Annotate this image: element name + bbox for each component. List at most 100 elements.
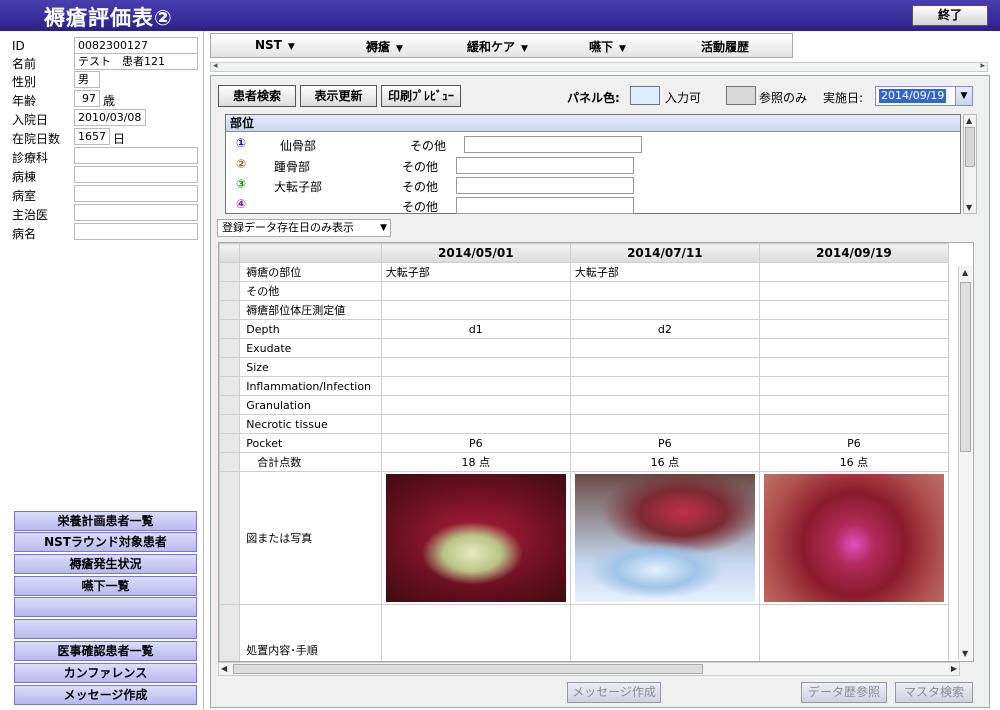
row-header[interactable]	[219, 300, 241, 320]
left-nav-button[interactable]: 医事確認患者一覧	[14, 641, 197, 661]
site-row[interactable]: ③ 大転子部 その他	[226, 176, 960, 196]
grid-cell[interactable]	[380, 376, 571, 396]
left-nav-button[interactable]	[14, 619, 197, 639]
grid-cell[interactable]: d1	[380, 319, 571, 339]
site-other-input[interactable]	[456, 197, 634, 214]
scroll-left-icon[interactable]: ◂	[213, 61, 218, 71]
grid-cell[interactable]: 18 点	[380, 452, 571, 472]
site-row[interactable]: ① 仙骨部 その他	[226, 135, 960, 155]
grid-cell[interactable]: P6	[758, 433, 950, 453]
site-other-input[interactable]	[456, 157, 634, 174]
scroll-down-icon[interactable]: ▼	[966, 203, 972, 212]
grid-cell[interactable]	[758, 357, 950, 377]
wound-photo[interactable]	[385, 474, 566, 602]
site-list-scrollbar[interactable]: ▲ ▼	[963, 114, 977, 214]
scroll-thumb[interactable]	[965, 127, 975, 167]
grid-cell[interactable]	[758, 395, 950, 415]
menu-activity-history[interactable]: 活動履歴	[701, 38, 749, 55]
wound-photo[interactable]	[574, 474, 755, 602]
site-other-input[interactable]	[464, 136, 642, 153]
message-create-button[interactable]: メッセージ作成	[567, 682, 661, 703]
left-nav-button[interactable]: 褥瘡発生状況	[14, 554, 197, 574]
display-filter-select[interactable]: 登録データ存在日のみ表示 ▼	[217, 219, 391, 237]
photo-cell[interactable]	[758, 471, 950, 605]
grid-cell[interactable]	[758, 281, 950, 301]
site-row[interactable]: ④ その他	[226, 196, 960, 216]
row-header[interactable]	[219, 395, 241, 415]
grid-cell[interactable]: 16 点	[569, 452, 760, 472]
grid-cell[interactable]: P6	[569, 433, 760, 453]
grid-cell[interactable]	[380, 281, 571, 301]
row-header[interactable]	[219, 262, 241, 282]
grid-cell[interactable]	[569, 281, 760, 301]
grid-cell[interactable]	[758, 319, 950, 339]
scroll-left-icon[interactable]: ◀	[221, 664, 227, 673]
scroll-down-icon[interactable]: ▼	[962, 649, 968, 658]
patient-search-button[interactable]: 患者検索	[218, 85, 296, 107]
grid-cell[interactable]: d2	[569, 319, 760, 339]
left-nav-button[interactable]	[14, 597, 197, 617]
row-header[interactable]	[219, 376, 241, 396]
refresh-button[interactable]: 表示更新	[300, 85, 377, 107]
chevron-down-icon[interactable]: ▼	[955, 87, 972, 105]
left-nav-button[interactable]: NSTラウンド対象患者	[14, 532, 197, 552]
grid-cell[interactable]	[569, 604, 760, 661]
left-nav-button[interactable]: 栄養計画患者一覧	[14, 511, 197, 531]
grid-cell[interactable]	[380, 300, 571, 320]
grid-cell[interactable]: P6	[380, 433, 571, 453]
grid-cell[interactable]	[380, 604, 571, 661]
grid-vertical-scrollbar[interactable]: ▲ ▼	[958, 266, 972, 660]
date-picker[interactable]: 2014/09/19 ▼	[875, 86, 973, 106]
scroll-up-icon[interactable]: ▲	[966, 116, 972, 125]
exit-button[interactable]: 終了	[912, 5, 988, 26]
grid-cell[interactable]	[758, 376, 950, 396]
grid-cell[interactable]	[380, 357, 571, 377]
left-nav-button[interactable]: カンファレンス	[14, 663, 197, 683]
grid-cell[interactable]	[380, 414, 571, 434]
data-history-button[interactable]: データ歴参照	[801, 682, 887, 703]
photo-cell[interactable]	[380, 471, 571, 605]
row-header[interactable]	[219, 414, 241, 434]
menu-palliative-care[interactable]: 緩和ケア ▼	[467, 38, 528, 55]
row-header[interactable]	[219, 433, 241, 453]
grid-cell[interactable]	[569, 395, 760, 415]
grid-cell[interactable]	[569, 300, 760, 320]
menu-pressure-ulcer[interactable]: 褥瘡 ▼	[366, 38, 403, 55]
site-other-input[interactable]	[456, 177, 634, 194]
wound-photo[interactable]	[763, 474, 944, 602]
grid-cell[interactable]	[569, 376, 760, 396]
row-header[interactable]	[219, 604, 241, 661]
row-header[interactable]	[219, 319, 241, 339]
grid-cell[interactable]	[380, 395, 571, 415]
scroll-up-icon[interactable]: ▲	[962, 268, 968, 277]
scroll-right-icon[interactable]: ▸	[980, 61, 985, 71]
master-search-button[interactable]: マスタ検索	[895, 682, 973, 703]
print-preview-button[interactable]: 印刷ﾌﾟﾚﾋﾞｭｰ	[381, 85, 461, 107]
scroll-right-icon[interactable]: ▶	[951, 664, 957, 673]
row-header[interactable]	[219, 281, 241, 301]
scroll-thumb[interactable]	[960, 282, 971, 452]
top-horizontal-scrollbar[interactable]: ◂ ▸	[210, 61, 988, 72]
grid-horizontal-scrollbar[interactable]: ◀ ▶	[218, 662, 960, 676]
row-header[interactable]	[219, 338, 241, 358]
grid-cell[interactable]	[758, 300, 950, 320]
grid-cell[interactable]: 大転子部	[569, 262, 760, 282]
grid-cell[interactable]: 16 点	[758, 452, 950, 472]
grid-cell[interactable]	[758, 414, 950, 434]
menu-swallowing[interactable]: 嚥下 ▼	[589, 38, 626, 55]
site-row[interactable]: ② 踵骨部 その他	[226, 156, 960, 176]
grid-cell[interactable]	[758, 262, 950, 282]
scroll-thumb[interactable]	[233, 664, 703, 674]
row-header[interactable]	[219, 471, 241, 605]
grid-cell[interactable]	[569, 414, 760, 434]
grid-cell[interactable]	[758, 604, 950, 661]
grid-cell[interactable]	[569, 357, 760, 377]
date-column-header[interactable]: 2014/05/01	[380, 243, 571, 263]
row-header[interactable]	[219, 357, 241, 377]
menu-nst[interactable]: NST ▼	[255, 38, 295, 52]
grid-cell[interactable]	[380, 338, 571, 358]
left-nav-button[interactable]: メッセージ作成	[14, 685, 197, 705]
grid-cell[interactable]	[569, 338, 760, 358]
grid-cell[interactable]: 大転子部	[380, 262, 571, 282]
date-column-header[interactable]: 2014/09/19	[758, 243, 950, 263]
